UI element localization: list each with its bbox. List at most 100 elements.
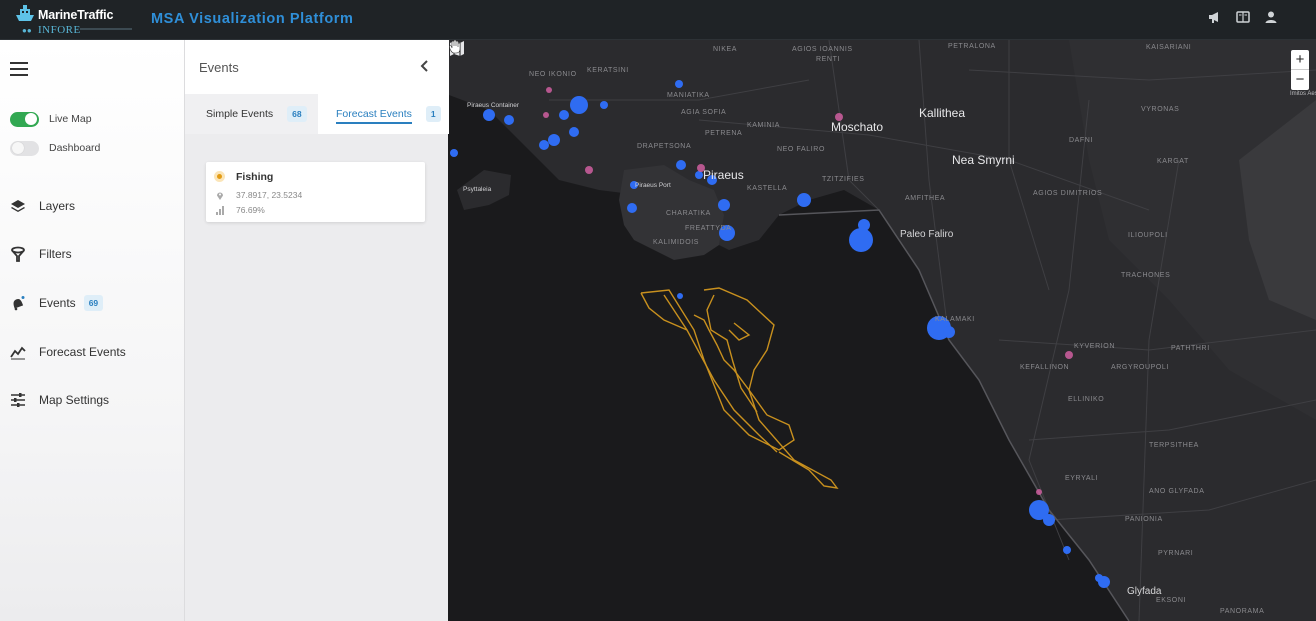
tab-simple-events[interactable]: Simple Events 68: [185, 94, 317, 134]
map-label-district: KAISARIANI: [1146, 44, 1192, 51]
map-label-district: EYRYALI: [1065, 475, 1099, 482]
event-tabs: Simple Events 68 Forecast Events 1: [185, 94, 449, 134]
hand-cursor-icon: [449, 40, 461, 54]
map-label-district: ILIOUPOLI: [1128, 232, 1168, 239]
map-label-psyttaleia: Psyttaleia: [463, 186, 492, 193]
event-coords-row: 37.8917, 23.5234: [216, 190, 302, 200]
chevron-left-icon[interactable]: [417, 58, 433, 74]
map-label-district: VYRONAS: [1141, 106, 1180, 113]
map-label-district: ARGYROUPOLI: [1111, 364, 1169, 371]
sidebar-item-forecast-events[interactable]: Forecast Events: [10, 341, 126, 363]
bar-chart-icon: [216, 205, 224, 215]
brand-logo[interactable]: MarineTraffic ●● INFORE: [8, 2, 134, 38]
events-panel: Events Simple Events 68 Forecast Events …: [184, 40, 449, 621]
forecast-track: [640, 287, 839, 489]
sidebar-item-layers[interactable]: Layers: [10, 195, 75, 217]
panel-title: Events: [199, 60, 239, 75]
map-label-district: KERATSINI: [587, 67, 629, 74]
map-label-district: KEFALLINON: [1020, 364, 1070, 371]
map-label-kallithea: Kallithea: [919, 106, 966, 120]
panel-header: Events: [185, 40, 449, 94]
map-label-district: KARGAT: [1157, 158, 1189, 165]
brand-name: MarineTraffic: [38, 8, 114, 22]
map-label-paleo-faliro: Paleo Faliro: [900, 229, 954, 240]
map-label-district: PANIONIA: [1125, 516, 1163, 523]
map-label-piraeus-port: Piraeus Port: [635, 182, 671, 189]
event-card[interactable]: Fishing 37.8917, 23.5234 76.69%: [206, 162, 425, 222]
header-icons: [1208, 10, 1278, 24]
user-icon[interactable]: [1264, 10, 1278, 24]
map-label-district: PATHTHRI: [1171, 345, 1210, 352]
map-label-district: MANIATIKA: [667, 92, 710, 99]
dashboard-toggle-row[interactable]: Dashboard: [10, 139, 100, 157]
map-label-district: AGIOS IOANNIS: [792, 46, 853, 53]
sidebar-item-filters[interactable]: Filters: [10, 243, 72, 265]
map-label-district: PANORAMA: [1220, 608, 1265, 615]
zoom-out-button[interactable]: −: [1291, 70, 1309, 90]
sidebar-item-map-settings[interactable]: Map Settings: [10, 389, 109, 411]
map-label-piraeus-container: Piraeus Container: [467, 102, 520, 109]
live-map-toggle-row[interactable]: Live Map: [10, 110, 92, 128]
map-label-district: TERPSITHEA: [1149, 442, 1199, 449]
map-label-district: DRAPETSONA: [637, 143, 692, 150]
event-title: Fishing: [236, 171, 274, 183]
megaphone-icon[interactable]: [1208, 10, 1222, 24]
map-label-district: RENTI: [816, 56, 840, 63]
app-title: MSA Visualization Platform: [151, 11, 354, 27]
filter-icon: [11, 246, 25, 262]
map-label-district: KASTELLA: [747, 185, 788, 192]
event-probability: 76.69%: [236, 205, 265, 215]
map-label-district: PYRNARI: [1158, 550, 1194, 557]
map-label-district: AGIA SOFIA: [681, 109, 727, 116]
map-label-district: NEO IKONIO: [529, 71, 577, 78]
map-label-district: AMFITHEA: [905, 195, 946, 202]
forecast-events-badge: 1: [425, 106, 441, 122]
map-label-district: PETRENA: [705, 130, 743, 137]
live-map-label: Live Map: [49, 113, 92, 125]
top-bar: MarineTraffic ●● INFORE MSA Visualizatio…: [0, 0, 1316, 40]
events-count-badge: 69: [83, 295, 104, 311]
trend-icon: [10, 346, 26, 360]
map-label-district: FREATTYDA: [685, 225, 732, 232]
map-attribution: Imitos Aes Fores: [1290, 91, 1316, 97]
map-label-district: KYVERION: [1074, 343, 1115, 350]
map-label-district: ANO GLYFADA: [1149, 488, 1205, 495]
dashboard-switch[interactable]: [10, 140, 39, 156]
zoom-in-button[interactable]: +: [1291, 50, 1309, 70]
simple-events-badge: 68: [287, 106, 307, 122]
bell-icon: [13, 296, 25, 311]
ship-logo-icon: [16, 5, 34, 21]
map-label-moschato: Moschato: [831, 120, 884, 134]
event-coords: 37.8917, 23.5234: [236, 190, 303, 200]
map-label-district: TZITZIFIES: [822, 176, 865, 183]
live-map-switch[interactable]: [10, 111, 39, 127]
map-label-nea-smyrni: Nea Smyrni: [952, 153, 1015, 167]
brand-sub: INFORE: [38, 24, 81, 36]
map-label-district: AGIOS DIMITRIOS: [1033, 190, 1103, 197]
layers-icon: [11, 200, 25, 212]
event-status-dot-icon: [214, 171, 225, 182]
map-label-district: KAMINIA: [747, 122, 780, 129]
location-pin-icon: [217, 192, 223, 200]
brand-dots-icon: ●●: [22, 26, 32, 35]
map-label-glyfada: Glyfada: [1127, 586, 1162, 597]
map-label-district: KALIMIDOIS: [653, 239, 700, 246]
map-view[interactable]: Piraeus Kallithea Moschato Nea Smyrni Pa…: [449, 40, 1316, 621]
map-label-district: EKSONI: [1156, 597, 1187, 604]
event-probability-row: 76.69%: [216, 205, 265, 215]
map-label-district: NEO FALIRO: [777, 146, 826, 153]
map-label-district: ELLINIKO: [1068, 396, 1105, 403]
map-label-district: NIKEA: [713, 46, 738, 53]
book-icon[interactable]: [1236, 10, 1250, 24]
map-label-district: KALAMAKI: [935, 316, 975, 323]
tab-forecast-events[interactable]: Forecast Events 1: [318, 94, 449, 134]
menu-icon[interactable]: [10, 62, 28, 76]
map-label-piraeus: Piraeus: [703, 168, 744, 182]
map-label-district: DAFNI: [1069, 137, 1093, 144]
sidebar-item-events[interactable]: Events 69: [10, 292, 104, 314]
dashboard-label: Dashboard: [49, 142, 101, 154]
map-label-district: TRACHONES: [1121, 272, 1171, 279]
sliders-icon: [11, 393, 25, 407]
map-label-district: PETRALONA: [948, 43, 996, 50]
zoom-control: + −: [1291, 50, 1309, 90]
